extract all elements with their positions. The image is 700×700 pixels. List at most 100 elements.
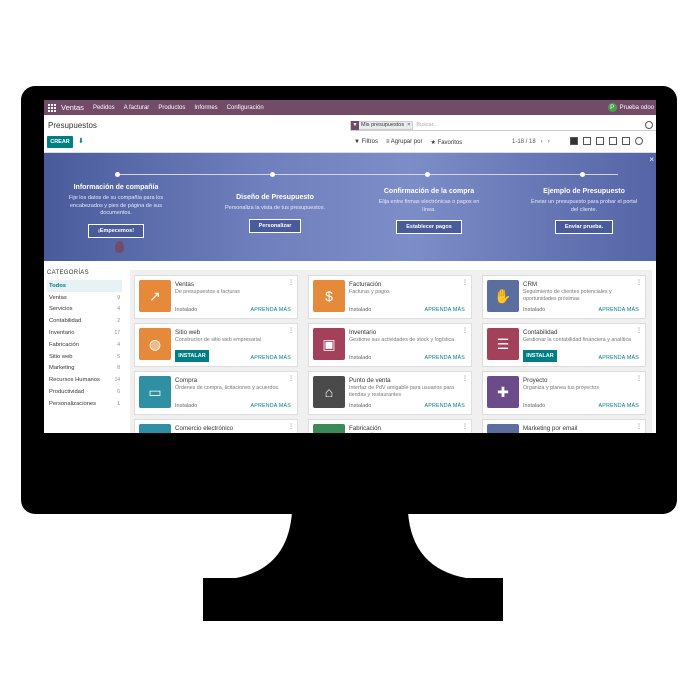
install-button[interactable]: INSTALAR bbox=[175, 350, 209, 362]
search-icon[interactable] bbox=[645, 121, 653, 129]
step-dot bbox=[115, 172, 120, 177]
sidebar-item-count: 5 bbox=[117, 353, 120, 360]
cart-icon: ⛟ bbox=[139, 424, 171, 433]
top-navbar: Ventas Pedidos A facturar Productos Info… bbox=[44, 100, 656, 115]
menu-informes[interactable]: Informes bbox=[194, 105, 217, 111]
app-description: Seguimiento de clientes potenciales y op… bbox=[523, 289, 612, 302]
app-card[interactable]: $ Facturación Facturas y pagos Instalado APR… bbox=[308, 275, 472, 319]
puzzle-icon: ✚ bbox=[487, 376, 519, 408]
card-menu-icon[interactable]: ⋮ bbox=[462, 279, 468, 286]
card-menu-icon[interactable]: ⋮ bbox=[462, 327, 468, 334]
app-card[interactable]: ✎FabricaciónFabricar Órdenes & Listas de… bbox=[308, 419, 472, 433]
app-description: De presupuestos a facturas bbox=[175, 289, 240, 295]
card-menu-icon[interactable]: ⋮ bbox=[462, 423, 468, 430]
app-card[interactable]: ➤Marketing por emailDiseñar, enviar y ge… bbox=[482, 419, 646, 433]
graph-view-icon[interactable] bbox=[622, 137, 630, 145]
learn-more-link[interactable]: APRENDA MÁS bbox=[251, 403, 291, 409]
apps-menu-icon[interactable] bbox=[47, 103, 57, 113]
learn-more-link[interactable]: APRENDA MÁS bbox=[251, 307, 291, 313]
learn-more-link[interactable]: APRENDA MÁS bbox=[425, 355, 465, 361]
app-card[interactable]: ⌂ Punto de venta Interfaz de PdV amigable … bbox=[308, 371, 472, 415]
step-confirmation: Confirmación de la compra Elija entre fi… bbox=[372, 188, 486, 234]
download-icon[interactable]: ⬇ bbox=[78, 137, 86, 146]
app-title: Inventario bbox=[349, 329, 377, 336]
sidebar-item-productividad[interactable]: Productividad 6 bbox=[47, 386, 122, 398]
filter-icon: ▼ bbox=[351, 120, 359, 130]
sidebar-item-inventario[interactable]: Inventario 17 bbox=[47, 327, 122, 339]
card-menu-icon[interactable]: ⋮ bbox=[636, 327, 642, 334]
set-payments-button[interactable]: Establecer pagos bbox=[396, 220, 462, 234]
card-menu-icon[interactable]: ⋮ bbox=[288, 327, 294, 334]
step-sample: Ejemplo de Presupuesto Enviar un presupu… bbox=[530, 188, 638, 234]
card-menu-icon[interactable]: ⋮ bbox=[288, 423, 294, 430]
pager-value[interactable]: 1-18 / 18 bbox=[512, 139, 536, 145]
search-input[interactable]: Buscar... bbox=[416, 122, 437, 128]
app-card[interactable]: ◍ Sitio web Constructor de sitio web empre… bbox=[134, 323, 298, 367]
card-menu-icon[interactable]: ⋮ bbox=[636, 279, 642, 286]
ledger-icon: ☰ bbox=[487, 328, 519, 360]
pivot-view-icon[interactable] bbox=[609, 137, 617, 145]
sidebar-item-fabricaci-n[interactable]: Fabricación 4 bbox=[47, 339, 122, 351]
pager: 1-18 / 18 ‹ › bbox=[512, 139, 550, 145]
install-button[interactable]: INSTALAR bbox=[523, 350, 557, 362]
app-description: Interfaz de PdV amigable para usuarios p… bbox=[349, 385, 455, 398]
filters-button[interactable]: ▼ Filtros bbox=[354, 139, 378, 146]
sidebar-item-marketing[interactable]: Marketing 8 bbox=[47, 363, 122, 375]
sidebar-item-recursos-humanos[interactable]: Recursos Humanos 14 bbox=[47, 374, 122, 386]
favorites-button[interactable]: ★ Favoritos bbox=[430, 139, 462, 146]
app-description: Gestione sus actividades de stock y logí… bbox=[349, 337, 456, 343]
pager-next-icon[interactable]: › bbox=[548, 139, 550, 145]
list-view-icon[interactable] bbox=[570, 137, 578, 145]
user-menu[interactable]: P Prueba odoo bbox=[607, 103, 656, 112]
start-button[interactable]: ¡Empecemos! bbox=[87, 223, 145, 238]
control-panel: Presupuestos CREAR ⬇ ▼ Mis presupuestos … bbox=[44, 115, 656, 153]
card-menu-icon[interactable]: ⋮ bbox=[636, 423, 642, 430]
sidebar-item-personalizaciones[interactable]: Personalizaciones 1 bbox=[47, 398, 122, 410]
globe-icon: ◍ bbox=[139, 328, 171, 360]
app-card[interactable]: ⛟Comercio electrónicoVenda sus productos… bbox=[134, 419, 298, 433]
sidebar-item-label: Recursos Humanos bbox=[49, 377, 100, 384]
sidebar-item-count: 8 bbox=[117, 365, 120, 372]
installed-label: Instalado bbox=[349, 355, 372, 361]
sidebar-item-servicios[interactable]: Servicios 4 bbox=[47, 304, 122, 316]
menu-productos[interactable]: Productos bbox=[158, 105, 185, 111]
app-card[interactable]: ↗ Ventas De presupuestos a facturas Instala… bbox=[134, 275, 298, 319]
close-icon[interactable]: × bbox=[649, 155, 654, 164]
create-button[interactable]: CREAR bbox=[47, 136, 73, 148]
app-card[interactable]: ▣ Inventario Gestione sus actividades de s… bbox=[308, 323, 472, 367]
learn-more-link[interactable]: APRENDA MÁS bbox=[599, 355, 639, 361]
card-menu-icon[interactable]: ⋮ bbox=[462, 375, 468, 382]
learn-more-link[interactable]: APRENDA MÁS bbox=[599, 307, 639, 313]
kanban-view-icon[interactable] bbox=[583, 137, 591, 145]
menu-a-facturar[interactable]: A facturar bbox=[124, 105, 150, 111]
learn-more-link[interactable]: APRENDA MÁS bbox=[425, 403, 465, 409]
search-facet[interactable]: ▼ Mis presupuestos × bbox=[350, 120, 414, 130]
app-card[interactable]: ✋ CRM Seguimiento de clientes potenciales … bbox=[482, 275, 646, 319]
activity-view-icon[interactable] bbox=[635, 137, 643, 145]
menu-configuracion[interactable]: Configuración bbox=[227, 105, 264, 111]
learn-more-link[interactable]: APRENDA MÁS bbox=[251, 355, 291, 361]
customize-button[interactable]: Personalizar bbox=[248, 218, 302, 233]
app-brand[interactable]: Ventas bbox=[61, 103, 84, 112]
search-bar[interactable]: ▼ Mis presupuestos × Buscar... bbox=[350, 120, 656, 131]
sidebar-item-ventas[interactable]: Ventas 9 bbox=[47, 292, 122, 304]
pager-prev-icon[interactable]: ‹ bbox=[541, 139, 543, 145]
card-menu-icon[interactable]: ⋮ bbox=[288, 279, 294, 286]
menu-pedidos[interactable]: Pedidos bbox=[93, 105, 115, 111]
facet-close-icon[interactable]: × bbox=[407, 122, 410, 128]
app-title: Comercio electrónico bbox=[175, 425, 234, 432]
app-card[interactable]: ☰ Contabilidad Gestionar la contabilidad f… bbox=[482, 323, 646, 367]
send-test-button[interactable]: Enviar prueba. bbox=[554, 220, 614, 234]
learn-more-link[interactable]: APRENDA MÁS bbox=[425, 307, 465, 313]
card-menu-icon[interactable]: ⋮ bbox=[288, 375, 294, 382]
sidebar-item-sitio-web[interactable]: Sitio web 5 bbox=[47, 351, 122, 363]
sidebar-item-todos[interactable]: Todos bbox=[47, 280, 122, 292]
calendar-view-icon[interactable] bbox=[596, 137, 604, 145]
sidebar-item-contabilidad[interactable]: Contabilidad 2 bbox=[47, 315, 122, 327]
learn-more-link[interactable]: APRENDA MÁS bbox=[599, 403, 639, 409]
card-menu-icon[interactable]: ⋮ bbox=[636, 375, 642, 382]
app-card[interactable]: ✚ Proyecto Organiza y planea tus proyectos… bbox=[482, 371, 646, 415]
installed-label: Instalado bbox=[175, 403, 198, 409]
group-by-button[interactable]: ≡ Agrupar por bbox=[386, 139, 423, 146]
app-card[interactable]: ▭ Compra Órdenes de compra, licitaciones y… bbox=[134, 371, 298, 415]
